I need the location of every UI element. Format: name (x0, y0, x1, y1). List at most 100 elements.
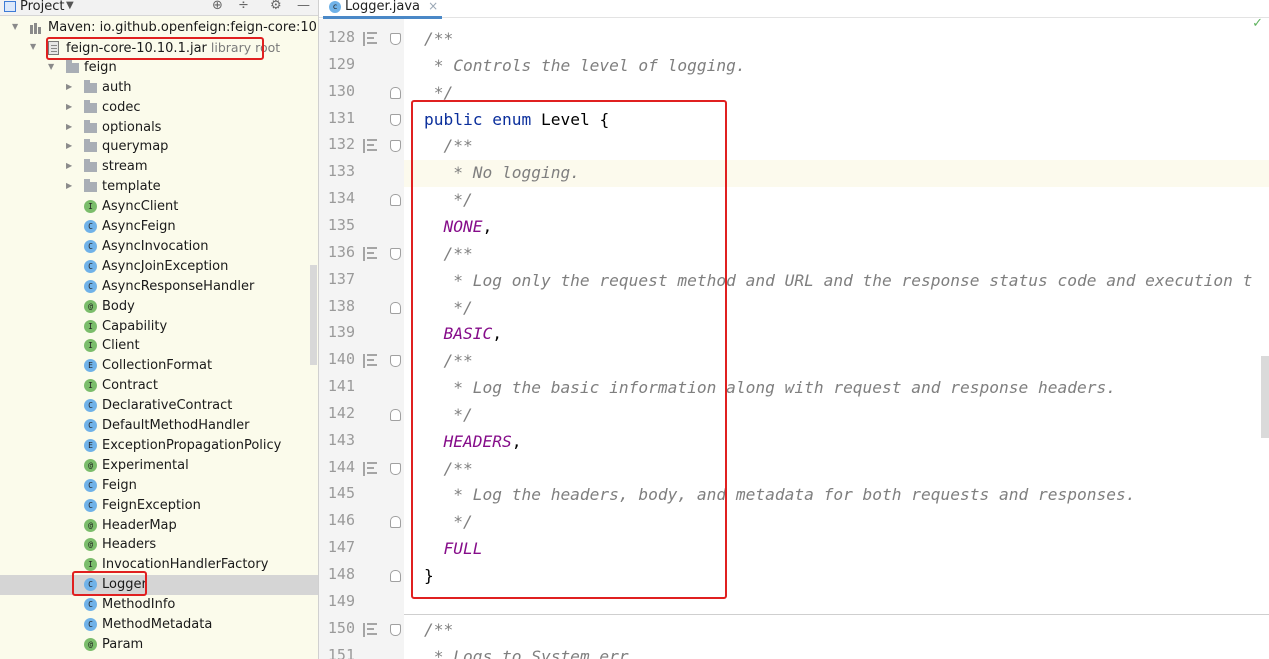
line-number: 129 (327, 54, 355, 73)
tree-item-feignexception[interactable]: C FeignException (0, 496, 318, 516)
chevron-right-icon[interactable]: ▶ (66, 181, 72, 190)
tree-item-optionals[interactable]: ▶ optionals (0, 118, 318, 138)
tree-item-label: feign (84, 60, 117, 75)
tree-item-label: AsyncClient (102, 199, 178, 214)
tree-item-client[interactable]: I Client (0, 336, 318, 356)
fold-end-icon[interactable] (390, 570, 401, 582)
project-panel-header: Project ▼ ⊕ ÷ ⚙ — (0, 0, 318, 16)
line-number: 142 (327, 403, 355, 422)
fold-end-icon[interactable] (390, 194, 401, 207)
class-icon: C (84, 498, 97, 512)
tree-item-querymap[interactable]: ▶ querymap (0, 137, 318, 157)
javadoc-render-icon[interactable] (363, 461, 377, 476)
tree-item-text: Body (102, 298, 135, 314)
tree-item-asyncinvocation[interactable]: C AsyncInvocation (0, 237, 318, 257)
tree-item-capability[interactable]: I Capability (0, 317, 318, 337)
tree-item-template[interactable]: ▶ template (0, 177, 318, 197)
line-number: 134 (327, 189, 355, 208)
tree-item-headers[interactable]: @ Headers (0, 535, 318, 555)
line-number: 143 (327, 430, 355, 449)
tree-item-asyncjoinexception[interactable]: C AsyncJoinException (0, 257, 318, 277)
fold-end-icon[interactable] (390, 301, 401, 314)
tree-item-text: AsyncJoinException (102, 258, 229, 274)
tree-item-exceptionpropagationpolicy[interactable]: E ExceptionPropagationPolicy (0, 436, 318, 456)
tree-item-text: AsyncClient (102, 199, 179, 215)
chevron-down-icon[interactable]: ▼ (12, 22, 18, 31)
javadoc-render-icon[interactable] (363, 354, 377, 369)
tree-item-asyncresponsehandler[interactable]: C AsyncResponseHandler (0, 277, 318, 297)
chevron-right-icon[interactable]: ▶ (66, 161, 72, 170)
close-icon[interactable]: × (428, 0, 438, 13)
tree-item-maven-io-github-openfeign-feign-core-10-10-1[interactable]: ▼ Maven: io.github.openfeign:feign-core:1… (0, 18, 318, 38)
tree-item-body[interactable]: @ Body (0, 297, 318, 317)
project-scrollbar[interactable] (310, 265, 317, 365)
tree-item-label: auth (102, 80, 132, 95)
javadoc-render-icon[interactable] (363, 139, 377, 154)
tree-item-label: Contract (102, 378, 158, 393)
tree-item-text: querymap (102, 139, 169, 155)
tree-item-feign[interactable]: ▼ feign (0, 58, 318, 78)
class-icon: C (84, 259, 97, 273)
tree-item-stream[interactable]: ▶ stream (0, 157, 318, 177)
logger-highlight-box (72, 571, 147, 596)
tree-item-defaultmethodhandler[interactable]: C DefaultMethodHandler (0, 416, 318, 436)
fold-collapse-icon[interactable] (390, 623, 401, 636)
gear-icon[interactable]: ⚙ (270, 0, 282, 13)
fold-end-icon[interactable] (390, 516, 401, 529)
fold-collapse-icon[interactable] (390, 113, 401, 126)
tree-item-headermap[interactable]: @ HeaderMap (0, 516, 318, 536)
fold-end-icon[interactable] (390, 408, 401, 421)
collapse-all-icon[interactable]: ÷ (238, 0, 249, 13)
annotation-icon: @ (84, 458, 97, 472)
chevron-down-icon[interactable]: ▼ (48, 62, 54, 71)
chevron-down-icon[interactable]: ▼ (66, 0, 74, 11)
chevron-right-icon[interactable]: ▶ (66, 102, 72, 111)
chevron-right-icon[interactable]: ▶ (66, 122, 72, 131)
tree-item-label: HeaderMap (102, 518, 177, 533)
tree-item-experimental[interactable]: @ Experimental (0, 456, 318, 476)
tree-item-text: Feign (102, 477, 137, 493)
locate-icon[interactable]: ⊕ (212, 0, 223, 13)
tree-item-declarativecontract[interactable]: C DeclarativeContract (0, 396, 318, 416)
tree-item-asyncfeign[interactable]: C AsyncFeign (0, 217, 318, 237)
chevron-right-icon[interactable]: ▶ (66, 82, 72, 91)
tree-item-label: AsyncInvocation (102, 239, 208, 254)
tree-item-label: AsyncResponseHandler (102, 279, 254, 294)
tab-logger-java[interactable]: c Logger.java × (323, 0, 443, 19)
tree-item-invocationhandlerfactory[interactable]: I InvocationHandlerFactory (0, 555, 318, 575)
enum-icon: E (84, 359, 97, 373)
tree-item-text: FeignException (102, 497, 201, 513)
tree-item-auth[interactable]: ▶ auth (0, 78, 318, 98)
javadoc-render-icon[interactable] (363, 246, 377, 261)
tree-item-codec[interactable]: ▶ codec (0, 98, 318, 118)
tree-item-feign[interactable]: C Feign (0, 476, 318, 496)
javadoc-render-icon[interactable] (363, 32, 377, 46)
chevron-down-icon[interactable]: ▼ (30, 42, 36, 51)
interface-icon: I (84, 200, 97, 214)
fold-collapse-icon[interactable] (390, 33, 401, 45)
fold-end-icon[interactable] (390, 86, 401, 99)
project-view-icon (4, 1, 16, 12)
tree-item-text: auth (102, 79, 132, 95)
project-panel: Project ▼ ⊕ ÷ ⚙ — ▼ Maven: io.github.open… (0, 0, 318, 659)
tree-item-logger[interactable]: C Logger (0, 575, 318, 596)
tree-item-label: MethodMetadata (102, 617, 212, 632)
fold-collapse-icon[interactable] (390, 140, 401, 153)
annotation-icon: @ (84, 299, 97, 313)
line-number: 141 (327, 377, 355, 396)
chevron-right-icon[interactable]: ▶ (66, 141, 72, 150)
fold-collapse-icon[interactable] (390, 355, 401, 368)
editor-scrollbar[interactable] (1261, 356, 1269, 438)
tree-item-methodmetadata[interactable]: C MethodMetadata (0, 615, 318, 635)
fold-collapse-icon[interactable] (390, 462, 401, 475)
hide-panel-icon[interactable]: — (297, 0, 310, 13)
tree-item-contract[interactable]: I Contract (0, 376, 318, 396)
tree-item-asyncclient[interactable]: I AsyncClient (0, 197, 318, 217)
fold-collapse-icon[interactable] (390, 247, 401, 260)
javadoc-render-icon[interactable] (363, 622, 377, 637)
project-panel-title[interactable]: Project (20, 0, 64, 14)
tree-item-methodinfo[interactable]: C MethodInfo (0, 595, 318, 615)
tree-item-param[interactable]: @ Param (0, 635, 318, 655)
tree-item-collectionformat[interactable]: E CollectionFormat (0, 356, 318, 376)
tree-item-text: DefaultMethodHandler (102, 418, 250, 433)
